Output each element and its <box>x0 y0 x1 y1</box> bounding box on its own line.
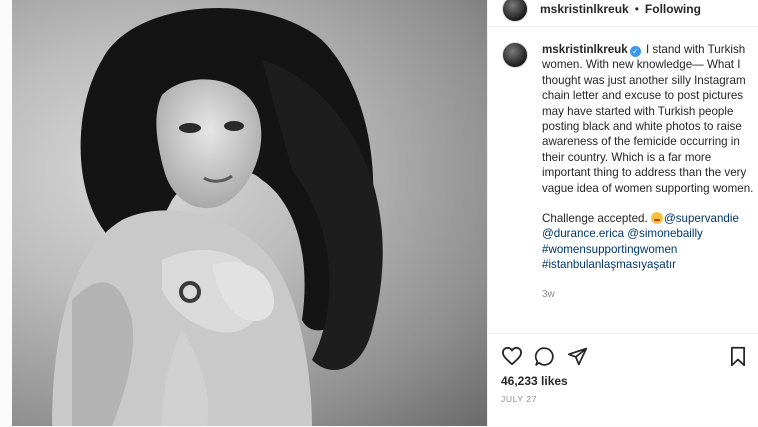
caption-username[interactable]: mskristinlkreuk <box>542 43 628 56</box>
winking-kiss-emoji-icon <box>650 212 663 225</box>
post-side-panel: mskristinlkreuk • Following mskristinlkr… <box>487 0 758 426</box>
hashtag-link[interactable]: #womensupportingwomen <box>542 243 677 256</box>
post-header: mskristinlkreuk • Following <box>488 0 758 27</box>
caption-body: I stand with Turkish women. With new kno… <box>542 43 754 195</box>
hashtag-link[interactable]: #istanbulanlaşmasıyaşatır <box>542 258 676 271</box>
caption-block: mskristinlkreuk ✓ I stand with Turkish wo… <box>502 42 754 302</box>
heart-outline-icon[interactable] <box>501 346 523 371</box>
post-date[interactable]: JULY 27 <box>501 394 537 404</box>
following-button[interactable]: Following <box>645 2 701 16</box>
caption-challenge: Challenge accepted. <box>542 212 648 226</box>
caption-text: mskristinlkreuk ✓ I stand with Turkish wo… <box>542 42 754 302</box>
mention-link[interactable]: @simonebailly <box>627 227 703 240</box>
verified-badge-icon: ✓ <box>629 46 641 57</box>
caption-avatar[interactable] <box>502 42 528 68</box>
likes-count[interactable]: 46,233 likes <box>501 374 568 388</box>
header-username[interactable]: mskristinlkreuk <box>540 2 629 16</box>
mention-link[interactable]: @durance.erica <box>542 227 624 240</box>
bookmark-icon[interactable] <box>729 346 747 372</box>
paper-plane-icon[interactable] <box>567 346 588 372</box>
mention-link[interactable]: @supervandie <box>664 212 739 225</box>
header-avatar[interactable] <box>502 0 528 22</box>
portrait-image <box>52 7 383 426</box>
caption-time-ago[interactable]: 3w <box>542 287 754 302</box>
comment-bubble-icon[interactable] <box>534 346 555 372</box>
post-photo[interactable] <box>12 0 487 426</box>
action-bar: 46,233 likes JULY 27 <box>488 333 758 427</box>
header-separator: • <box>634 2 639 16</box>
